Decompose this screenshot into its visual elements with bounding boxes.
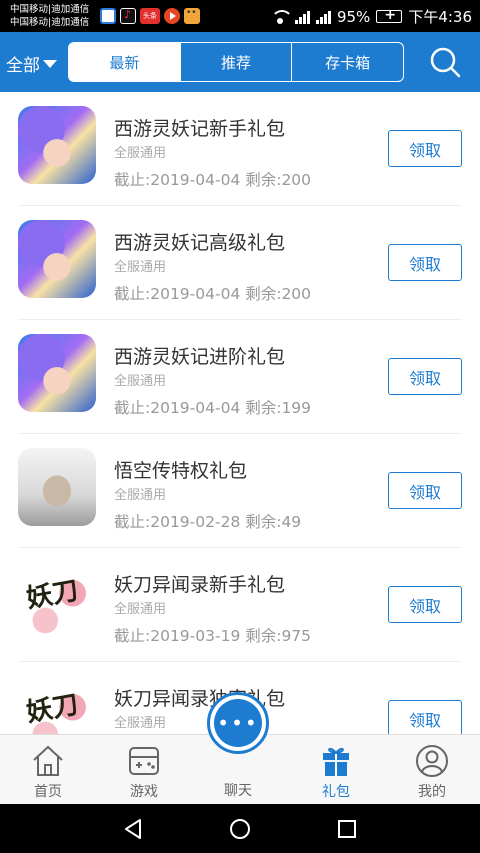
clock: 下午4:36: [408, 8, 472, 26]
home-circle-icon[interactable]: [229, 818, 251, 840]
gift-meta: 截止:2019-04-04 剩余:199: [114, 399, 312, 417]
search-icon: [430, 47, 461, 78]
gift-meta: 截止:2019-02-28 剩余:49: [114, 513, 302, 531]
gift-scope: 全服通用: [114, 374, 167, 389]
gift-title: 悟空传特权礼包: [114, 460, 248, 482]
gift-title: 西游灵妖记高级礼包: [114, 232, 286, 254]
gamepad-icon: [129, 747, 159, 775]
battery-percent: 95%: [336, 7, 371, 26]
signal-2-icon: [315, 10, 331, 24]
chat-button[interactable]: •••: [207, 692, 269, 754]
nav-games-label: 游戏: [130, 784, 158, 800]
search-button[interactable]: [428, 45, 462, 79]
user-icon: [416, 745, 448, 777]
nav-gifts-label: 礼包: [322, 784, 350, 800]
tiktok-app-icon: [120, 8, 136, 24]
battery-icon: [376, 7, 403, 23]
xiyou-lingyao-icon: [18, 220, 96, 298]
gift-item[interactable]: 西游灵妖记高级礼包 全服通用 截止:2019-04-04 剩余:200 领取: [18, 206, 462, 320]
nav-home[interactable]: 首页: [0, 735, 96, 804]
tab-latest[interactable]: 最新: [69, 43, 181, 81]
gift-scope: 全服通用: [114, 716, 167, 731]
category-filter-label: 全部: [6, 56, 40, 76]
yaodao-yiwenlu-icon: 妖刀: [18, 562, 96, 640]
tab-recommended[interactable]: 推荐: [181, 43, 293, 81]
gift-item[interactable]: 西游灵妖记新手礼包 全服通用 截止:2019-04-04 剩余:200 领取: [18, 92, 462, 206]
recents-icon[interactable]: [336, 818, 358, 840]
gift-scope: 全服通用: [114, 602, 167, 617]
chat-icon: •••: [214, 699, 262, 747]
gift-scope: 全服通用: [114, 488, 167, 503]
caret-down-icon: [43, 59, 57, 68]
nav-chat-label: 聊天: [224, 783, 252, 799]
gift-scope: 全服通用: [114, 146, 167, 161]
notification-icons: 头条: [100, 8, 200, 24]
yaodao-yiwenlu-icon: 妖刀: [18, 676, 96, 734]
carrier-line-1: 中国移动|迪加通信: [10, 4, 90, 15]
system-status: 95% 下午4:36: [270, 6, 472, 27]
toutiao-app-icon: 头条: [140, 8, 160, 24]
nav-games[interactable]: 游戏: [96, 735, 192, 804]
home-icon: [33, 745, 63, 776]
gift-meta: 截止:2019-04-04 剩余:200: [114, 285, 312, 303]
category-filter[interactable]: 全部: [6, 51, 57, 76]
xiyou-lingyao-icon: [18, 334, 96, 412]
gift-meta: 截止:2019-03-19 剩余:975: [114, 627, 312, 645]
signal-icon: [294, 10, 310, 24]
baidu-app-icon: [100, 8, 116, 24]
gift-item[interactable]: 西游灵妖记进阶礼包 全服通用 截止:2019-04-04 剩余:199 领取: [18, 320, 462, 434]
claim-button[interactable]: 领取: [388, 358, 462, 395]
gift-icon: [323, 747, 349, 776]
wifi-icon: [270, 9, 293, 24]
status-bar: 中国移动|迪加通信 中国移动|迪加通信 头条 95% 下午4:36: [0, 0, 480, 32]
carrier-info: 中国移动|迪加通信 中国移动|迪加通信: [10, 3, 89, 29]
top-bar: 全部 最新 推荐 存卡箱: [0, 32, 480, 92]
tab-card-box[interactable]: 存卡箱: [292, 43, 403, 81]
nav-gifts[interactable]: 礼包: [288, 735, 384, 804]
carrier-line-2: 中国移动|迪加通信: [10, 17, 90, 28]
nav-profile-label: 我的: [418, 784, 446, 800]
claim-button[interactable]: 领取: [388, 244, 462, 281]
system-nav-bar: [0, 804, 480, 853]
wukong-zhuan-icon: [18, 448, 96, 526]
gift-title: 妖刀异闻录新手礼包: [114, 574, 286, 596]
xiyou-lingyao-icon: [18, 106, 96, 184]
misc-app-icon: [184, 8, 200, 24]
claim-button[interactable]: 领取: [388, 700, 462, 734]
nav-home-label: 首页: [34, 784, 62, 800]
video-app-icon: [164, 8, 180, 24]
claim-button[interactable]: 领取: [388, 586, 462, 623]
gift-list: 西游灵妖记新手礼包 全服通用 截止:2019-04-04 剩余:200 领取 西…: [0, 92, 480, 734]
gift-title: 西游灵妖记进阶礼包: [114, 346, 286, 368]
claim-button[interactable]: 领取: [388, 130, 462, 167]
gift-scope: 全服通用: [114, 260, 167, 275]
claim-button[interactable]: 领取: [388, 472, 462, 509]
gift-title: 西游灵妖记新手礼包: [114, 118, 286, 140]
gift-item[interactable]: 悟空传特权礼包 全服通用 截止:2019-02-28 剩余:49 领取: [18, 434, 462, 548]
back-icon[interactable]: [122, 818, 144, 840]
gift-meta: 截止:2019-04-04 剩余:200: [114, 171, 312, 189]
nav-profile[interactable]: 我的: [384, 735, 480, 804]
gift-tabs: 最新 推荐 存卡箱: [68, 42, 404, 82]
gift-item[interactable]: 妖刀 妖刀异闻录新手礼包 全服通用 截止:2019-03-19 剩余:975 领…: [18, 548, 462, 662]
